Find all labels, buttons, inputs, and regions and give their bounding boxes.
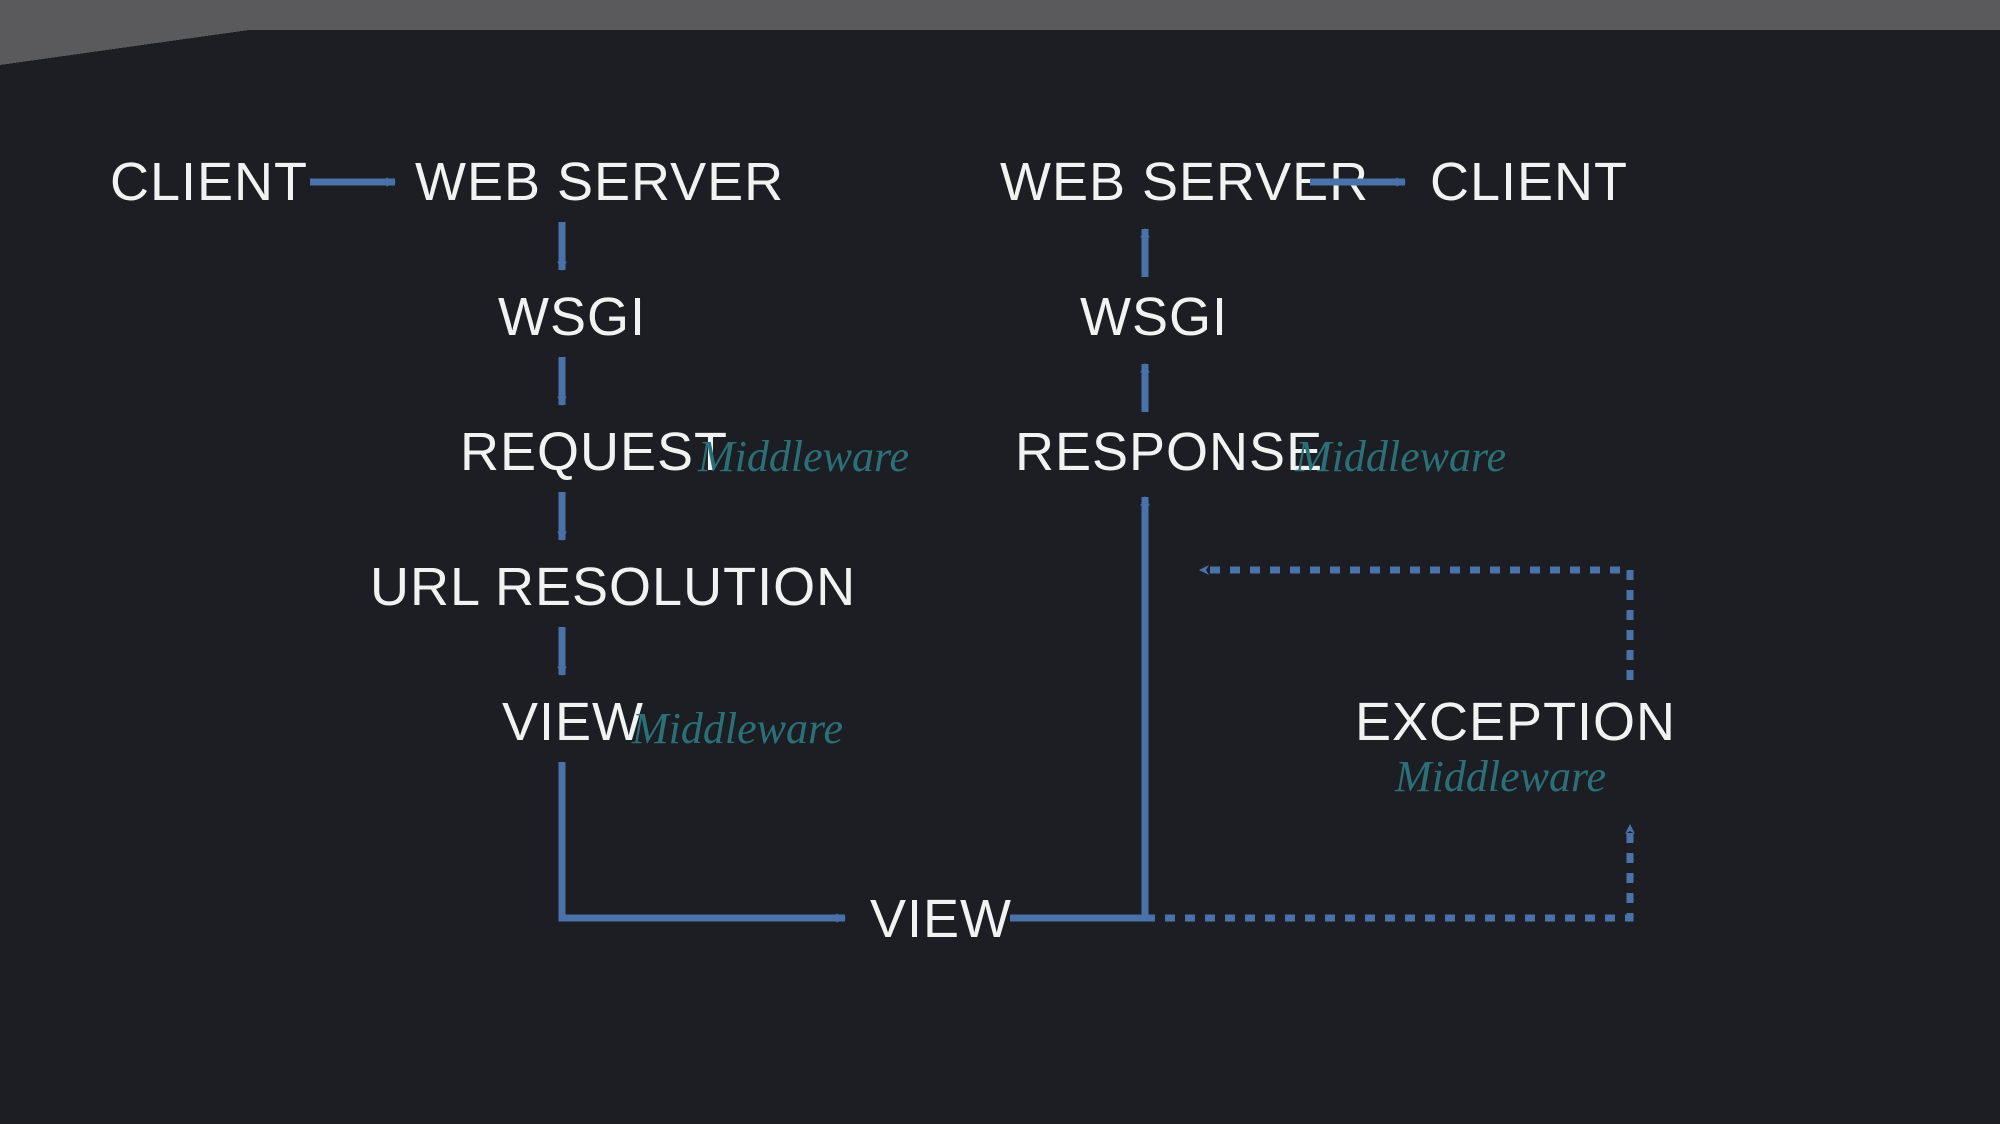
node-webserver-right: WEB SERVER bbox=[1000, 155, 1369, 209]
node-wsgi-left: WSGI bbox=[498, 290, 646, 344]
node-url-resolution: URL RESOLUTION bbox=[370, 560, 856, 614]
node-view-center: VIEW bbox=[870, 892, 1012, 946]
arrow-exception-to-response-dotted bbox=[1200, 570, 1630, 680]
arrow-view-to-exception-dotted bbox=[1145, 825, 1630, 918]
arrow-view-to-response bbox=[1010, 497, 1145, 918]
label-request-middleware: Middleware bbox=[698, 435, 909, 479]
arrow-viewmw-to-view bbox=[562, 762, 845, 918]
label-exception-middleware: Middleware bbox=[1395, 755, 1606, 799]
node-request: REQUEST bbox=[460, 425, 728, 479]
node-wsgi-right: WSGI bbox=[1080, 290, 1228, 344]
label-view-middleware: Middleware bbox=[632, 707, 843, 751]
node-webserver-left: WEB SERVER bbox=[415, 155, 784, 209]
node-exception: EXCEPTION bbox=[1355, 695, 1676, 749]
node-client-left: CLIENT bbox=[110, 155, 308, 209]
node-client-right: CLIENT bbox=[1430, 155, 1628, 209]
angled-strip bbox=[0, 0, 2000, 80]
label-response-middleware: Middleware bbox=[1295, 435, 1506, 479]
node-view-middleware: VIEW bbox=[502, 695, 644, 749]
node-response: RESPONSE bbox=[1015, 425, 1323, 479]
